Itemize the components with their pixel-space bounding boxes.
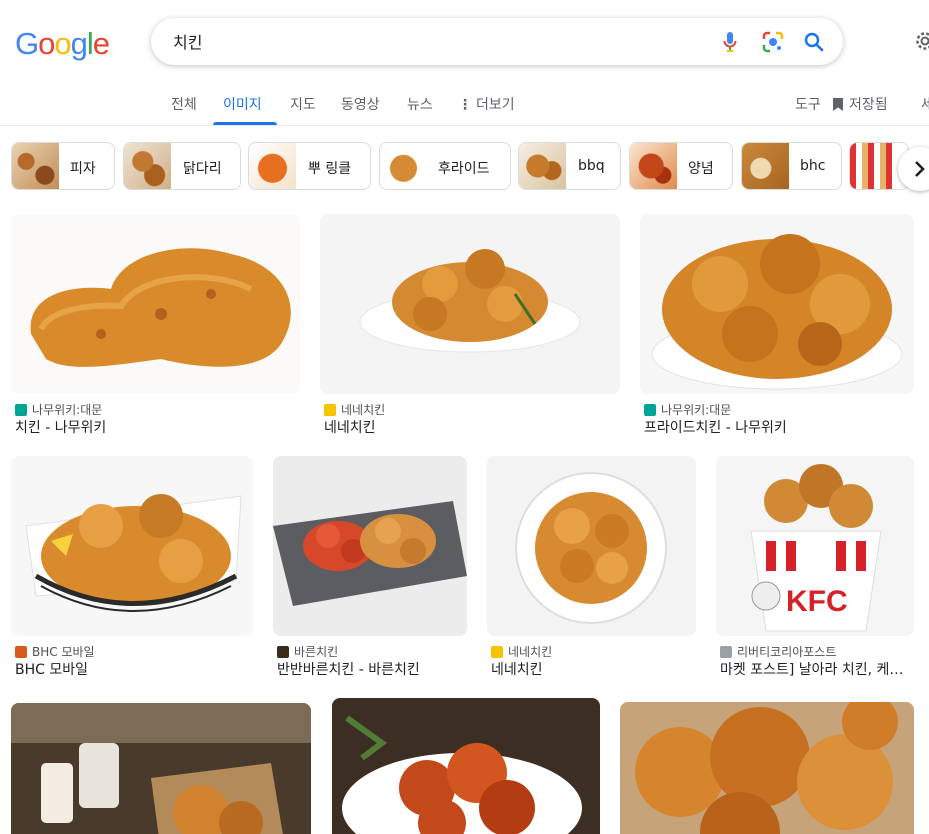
chip-bhc[interactable]: bhc bbox=[741, 142, 842, 190]
result-image bbox=[11, 703, 311, 834]
search-icon[interactable] bbox=[802, 30, 826, 54]
libertykorea-favicon bbox=[720, 645, 732, 658]
result-title[interactable]: BHC 모바일 bbox=[15, 659, 253, 679]
tab-more[interactable]: ⋮ 더보기 bbox=[458, 94, 515, 114]
chip-bbq[interactable]: bbq bbox=[518, 142, 621, 190]
result-source-label: 바른치킨 bbox=[294, 645, 339, 659]
chip-label: 피자 bbox=[70, 161, 96, 177]
result-source-label: 네네치킨 bbox=[508, 645, 553, 659]
image-result[interactable]: BHC 모바일 BHC 모바일 bbox=[11, 456, 253, 678]
image-result[interactable]: KFC 리버티코리아포스트 마켓 포스트] 날아라 치킨, 케… bbox=[716, 456, 914, 678]
result-title[interactable]: 반반바른치킨 - 바른치킨 bbox=[277, 659, 467, 679]
result-source: 바른치킨 bbox=[277, 643, 338, 660]
google-lens-icon[interactable] bbox=[761, 30, 785, 54]
chip-label: bhc bbox=[800, 158, 826, 174]
result-source: 네네치킨 bbox=[324, 401, 385, 418]
google-images-page: Google 치킨 전체 이미지 지도 동영상 뉴스 ⋮ 더보기 도구 저장됨 … bbox=[0, 0, 929, 834]
result-source-label: 나무위키:대문 bbox=[32, 403, 103, 417]
tab-more-label: 더보기 bbox=[476, 97, 515, 113]
search-tabs: 전체 이미지 지도 동영상 뉴스 ⋮ 더보기 도구 저장됨 세 bbox=[0, 84, 929, 126]
chevron-right-icon bbox=[915, 161, 925, 177]
chip-thumbnail bbox=[519, 143, 566, 189]
search-input[interactable] bbox=[173, 29, 713, 53]
image-result[interactable] bbox=[11, 703, 311, 834]
result-title[interactable]: 치킨 - 나무위키 bbox=[15, 417, 300, 437]
gear-icon[interactable] bbox=[913, 29, 929, 53]
chip-label: 후라이드 bbox=[438, 161, 490, 177]
nene-favicon bbox=[491, 645, 503, 658]
tools-button[interactable]: 도구 bbox=[795, 94, 821, 114]
chip-thumbnail bbox=[630, 143, 677, 189]
result-source-label: 네네치킨 bbox=[341, 403, 386, 417]
chip-thumbnail bbox=[742, 143, 789, 189]
tab-news[interactable]: 뉴스 bbox=[407, 94, 433, 114]
saved-button[interactable]: 저장됨 bbox=[832, 94, 888, 114]
google-logo[interactable]: Google bbox=[15, 26, 110, 62]
chip-label: 양념 bbox=[688, 161, 714, 177]
result-title[interactable]: 프라이드치킨 - 나무위키 bbox=[644, 417, 914, 437]
tab-videos[interactable]: 동영상 bbox=[341, 94, 380, 114]
chip-thumbnail bbox=[249, 143, 296, 189]
chip-thumbnail bbox=[380, 143, 427, 189]
bhc-favicon bbox=[15, 645, 27, 658]
active-tab-indicator bbox=[213, 122, 277, 125]
microphone-icon[interactable] bbox=[718, 30, 742, 54]
image-result[interactable]: 바른치킨 반반바른치킨 - 바른치킨 bbox=[273, 456, 467, 678]
result-source-label: 나무위키:대문 bbox=[661, 403, 732, 417]
result-image bbox=[11, 214, 300, 394]
bareun-favicon bbox=[277, 645, 289, 658]
safesearch-button[interactable]: 세 bbox=[921, 94, 929, 114]
result-source: 네네치킨 bbox=[491, 643, 552, 660]
chip-yangnyeom[interactable]: 양념 bbox=[629, 142, 733, 190]
saved-label: 저장됨 bbox=[849, 97, 888, 113]
result-title[interactable]: 네네치킨 bbox=[324, 417, 620, 437]
result-image bbox=[620, 702, 914, 834]
bookmark-icon bbox=[833, 97, 843, 111]
result-image bbox=[11, 456, 253, 636]
chip-thumbnail bbox=[12, 143, 59, 189]
more-vert-icon: ⋮ bbox=[458, 97, 472, 113]
chip-bburinkle[interactable]: 뿌 링클 bbox=[248, 142, 371, 190]
result-image bbox=[320, 214, 620, 394]
result-image bbox=[487, 456, 696, 636]
image-result[interactable]: 나무위키:대문 치킨 - 나무위키 bbox=[11, 214, 300, 436]
result-image bbox=[273, 456, 467, 636]
result-image bbox=[640, 214, 914, 394]
search-box bbox=[151, 18, 843, 65]
tab-maps[interactable]: 지도 bbox=[290, 94, 316, 114]
image-result[interactable]: 네네치킨 네네치킨 bbox=[320, 214, 620, 436]
chip-thumbnail bbox=[850, 143, 897, 189]
tab-images[interactable]: 이미지 bbox=[223, 94, 262, 114]
result-source: 리버티코리아포스트 bbox=[720, 643, 836, 660]
chip-label: 뿌 링클 bbox=[308, 161, 352, 177]
chip-thumbnail bbox=[124, 143, 171, 189]
namuwiki-favicon bbox=[15, 403, 27, 416]
result-image: KFC bbox=[716, 456, 914, 636]
chip-label: bbq bbox=[578, 158, 605, 174]
result-source: BHC 모바일 bbox=[15, 643, 95, 660]
svg-text:KFC: KFC bbox=[786, 585, 848, 618]
image-result[interactable] bbox=[620, 702, 914, 834]
result-source: 나무위키:대문 bbox=[644, 401, 731, 418]
chip-pizza[interactable]: 피자 bbox=[11, 142, 115, 190]
result-source-label: 리버티코리아포스트 bbox=[737, 645, 837, 659]
tab-all[interactable]: 전체 bbox=[171, 94, 197, 114]
namuwiki-favicon bbox=[644, 403, 656, 416]
image-result[interactable]: 네네치킨 네네치킨 bbox=[487, 456, 696, 678]
chip-fried[interactable]: 후라이드 bbox=[379, 142, 511, 190]
result-source-label: BHC 모바일 bbox=[32, 645, 95, 659]
result-title[interactable]: 마켓 포스트] 날아라 치킨, 케… bbox=[720, 659, 914, 679]
image-result[interactable] bbox=[332, 698, 600, 834]
result-image bbox=[332, 698, 600, 834]
chip-label: 닭다리 bbox=[183, 161, 222, 177]
nene-favicon bbox=[324, 403, 336, 416]
result-source: 나무위키:대문 bbox=[15, 401, 102, 418]
chip-drumstick[interactable]: 닭다리 bbox=[123, 142, 241, 190]
image-result[interactable]: 나무위키:대문 프라이드치킨 - 나무위키 bbox=[640, 214, 914, 436]
result-title[interactable]: 네네치킨 bbox=[491, 659, 696, 679]
